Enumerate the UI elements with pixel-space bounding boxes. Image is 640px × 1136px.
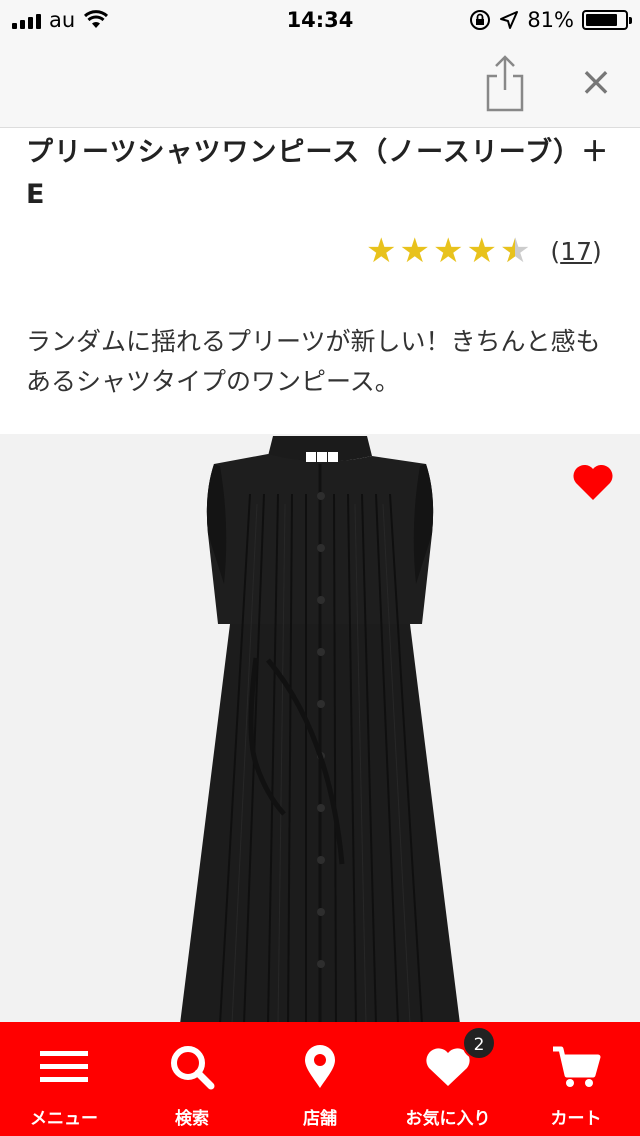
heart-icon	[573, 464, 613, 500]
status-right: 81%	[408, 8, 632, 32]
product-description: ランダムに揺れるプリーツが新しい！きちんと感もあるシャツタイプのワンピース。	[26, 327, 601, 396]
tab-menu[interactable]: メニュー	[0, 1022, 128, 1136]
favorites-badge: 2	[462, 1026, 496, 1060]
bottom-tab-bar: メニュー 検索 店舗 お気に入り 2 カート	[0, 1022, 640, 1136]
star-icon: ★	[399, 231, 430, 271]
status-bar: au 14:34 81%	[0, 0, 640, 40]
location-pin-icon	[293, 1042, 347, 1092]
favorite-button[interactable]	[572, 462, 614, 502]
status-time: 14:34	[286, 8, 354, 32]
search-icon	[165, 1042, 219, 1092]
star-icon: ★	[432, 231, 464, 271]
battery-percent: 81%	[527, 8, 574, 32]
tab-label: カート	[550, 1109, 602, 1129]
signal-icon	[12, 11, 41, 29]
tab-label: お気に入り	[405, 1109, 491, 1129]
battery-icon	[582, 10, 632, 30]
product-title: プリーツシャツワンピース（ノースリーブ）＋E	[26, 137, 610, 210]
status-left: au	[12, 8, 232, 32]
tab-label: 検索	[175, 1109, 209, 1129]
tab-label: メニュー	[30, 1109, 98, 1129]
menu-icon	[37, 1042, 91, 1092]
review-count[interactable]: (17)	[550, 237, 601, 266]
tab-cart[interactable]: カート	[512, 1022, 640, 1136]
location-arrow-icon	[500, 11, 519, 29]
half-star-icon: ★★	[499, 231, 531, 271]
share-button[interactable]	[480, 54, 530, 112]
top-nav: ×	[0, 40, 640, 128]
tab-stores[interactable]: 店舗	[256, 1022, 384, 1136]
product-rating[interactable]: ★ ★ ★ ★ ★★ (17)	[366, 232, 602, 270]
battery-fill	[586, 14, 617, 26]
review-count-link[interactable]: 17	[560, 237, 592, 266]
share-icon	[486, 55, 524, 112]
carrier-label: au	[49, 8, 76, 32]
orientation-lock-icon	[470, 10, 491, 30]
tab-label: 店舗	[303, 1109, 337, 1129]
wifi-icon	[84, 10, 109, 28]
cart-icon	[549, 1042, 603, 1092]
close-button[interactable]: ×	[572, 58, 620, 106]
star-icon: ★	[466, 231, 497, 271]
tab-search[interactable]: 検索	[128, 1022, 256, 1136]
tab-favorites[interactable]: お気に入り 2	[384, 1022, 512, 1136]
dress-image	[180, 436, 460, 1024]
star-icon: ★	[366, 231, 397, 271]
rating-stars: ★ ★ ★ ★ ★★	[366, 232, 530, 270]
product-image[interactable]	[0, 434, 640, 1024]
